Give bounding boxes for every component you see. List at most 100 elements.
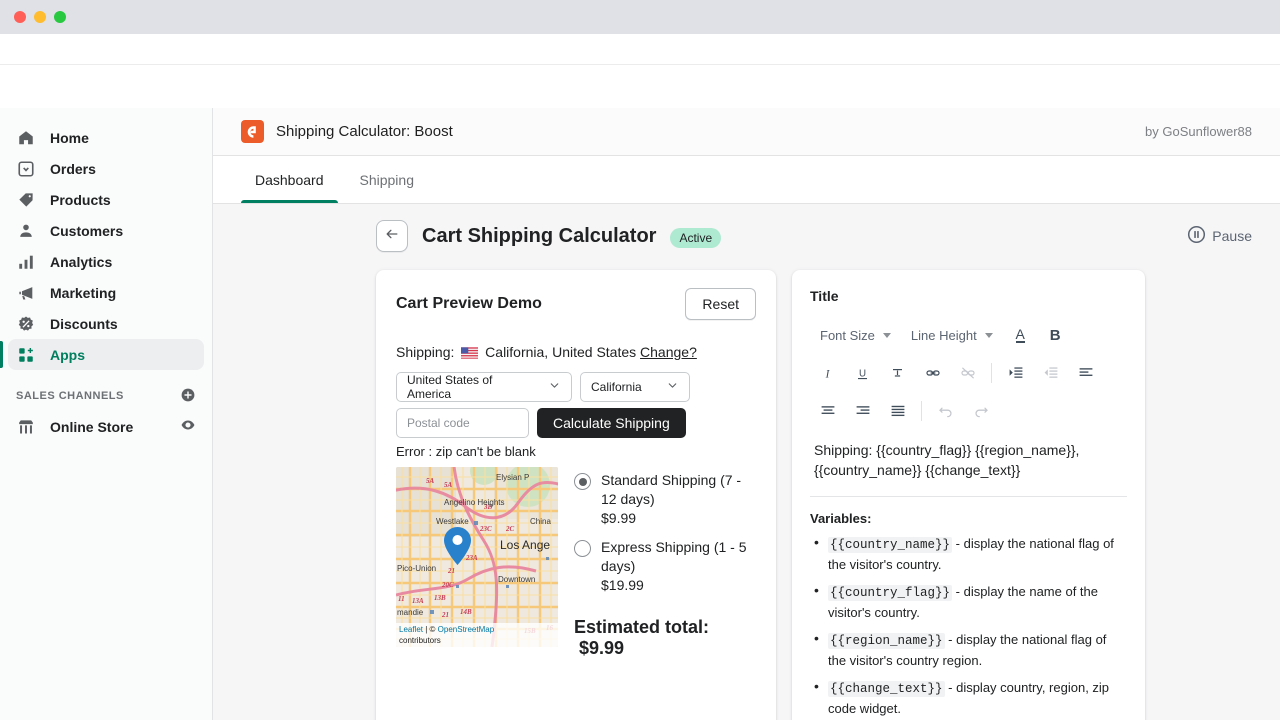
window-close-button[interactable] — [14, 11, 26, 23]
svg-text:21: 21 — [447, 567, 455, 575]
apps-icon — [16, 345, 36, 365]
bar-chart-icon — [16, 252, 36, 272]
redo-button[interactable] — [963, 396, 998, 426]
sidebar-item-label: Analytics — [50, 253, 113, 270]
pause-button[interactable]: Pause — [1187, 225, 1252, 247]
change-location-link[interactable]: Change? — [640, 344, 697, 360]
svg-text:Los Ange: Los Ange — [500, 538, 550, 552]
toolbar-separator — [991, 363, 992, 383]
country-select[interactable]: United States of America — [396, 372, 572, 402]
align-left-button[interactable] — [1068, 358, 1103, 388]
link-button[interactable] — [915, 358, 950, 388]
svg-text:14B: 14B — [460, 608, 472, 616]
location-map[interactable]: 5A5A 3B23C2C 23A2120C 13B13A11 2114B15B1… — [396, 467, 558, 647]
reset-button[interactable]: Reset — [685, 288, 756, 320]
standard-shipping-radio[interactable] — [574, 473, 591, 490]
window-zoom-button[interactable] — [54, 11, 66, 23]
sidebar-item-online-store[interactable]: Online Store — [8, 411, 204, 442]
back-button[interactable] — [376, 220, 408, 252]
attribution-separator: | © — [423, 625, 438, 634]
sidebar-item-customers[interactable]: Customers — [8, 215, 204, 246]
eye-icon[interactable] — [180, 417, 196, 436]
country-select-value: United States of America — [407, 373, 493, 401]
italic-button[interactable]: I — [810, 358, 845, 388]
list-item: {{country_name}} - display the national … — [810, 533, 1127, 574]
pause-label: Pause — [1212, 228, 1252, 244]
variable-token: {{change_text}} — [828, 681, 945, 697]
line-height-select[interactable]: Line Height — [901, 320, 1003, 350]
svg-text:Westlake: Westlake — [436, 517, 469, 526]
align-center-button[interactable] — [810, 396, 845, 426]
sidebar-item-discounts[interactable]: Discounts — [8, 308, 204, 339]
chevron-down-icon — [666, 379, 679, 395]
align-justify-button[interactable] — [880, 396, 915, 426]
tag-icon — [16, 190, 36, 210]
shipping-option-standard[interactable]: Standard Shipping (7 - 12 days) $9.99 — [574, 471, 756, 528]
align-left-icon — [1079, 368, 1092, 376]
main-content-area: Shipping Calculator: Boost by GoSunflowe… — [213, 108, 1280, 720]
shipping-option-price: $9.99 — [601, 510, 637, 526]
home-icon — [16, 128, 36, 148]
window-minimize-button[interactable] — [34, 11, 46, 23]
sidebar-item-home[interactable]: Home — [8, 122, 204, 153]
map-and-options-row: 5A5A 3B23C2C 23A2120C 13B13A11 2114B15B1… — [396, 467, 756, 659]
page-title: Cart Shipping Calculator — [422, 224, 657, 247]
editor-toolbar-row-2: I U — [810, 356, 1127, 390]
tab-dashboard[interactable]: Dashboard — [241, 156, 338, 203]
redo-icon — [974, 407, 988, 418]
estimated-total: Estimated total: $9.99 — [574, 617, 756, 659]
variable-token: {{region_name}} — [828, 633, 945, 649]
postal-code-input[interactable] — [396, 408, 529, 438]
list-item: {{region_name}} - display the national f… — [810, 629, 1127, 670]
indent-button[interactable] — [998, 358, 1033, 388]
bold-button[interactable]: B — [1038, 320, 1073, 350]
svg-text:2C: 2C — [505, 525, 515, 533]
region-select[interactable]: California — [580, 372, 690, 402]
plus-circle-icon[interactable] — [180, 387, 196, 406]
sidebar-item-marketing[interactable]: Marketing — [8, 277, 204, 308]
app-author: by GoSunflower88 — [1145, 124, 1252, 139]
megaphone-icon — [16, 283, 36, 303]
tab-shipping[interactable]: Shipping — [346, 156, 429, 203]
app-tab-bar: Dashboard Shipping — [213, 156, 1280, 204]
font-size-select[interactable]: Font Size — [810, 320, 901, 350]
strikethrough-button[interactable] — [880, 358, 915, 388]
underline-button[interactable]: U — [845, 358, 880, 388]
sidebar-section-label: SALES CHANNELS — [16, 390, 124, 402]
leaflet-link[interactable]: Leaflet — [399, 625, 423, 634]
map-tiles: 5A5A 3B23C2C 23A2120C 13B13A11 2114B15B1… — [396, 467, 558, 647]
font-size-label: Font Size — [820, 327, 875, 343]
variable-token: {{country_flag}} — [828, 585, 953, 601]
outdent-button[interactable] — [1033, 358, 1068, 388]
title-preview-text[interactable]: Shipping: {{country_flag}} {{region_name… — [814, 440, 1123, 480]
svg-text:20C: 20C — [441, 581, 454, 589]
unlink-icon — [960, 367, 975, 379]
sidebar-item-label: Home — [50, 129, 89, 146]
openstreetmap-link[interactable]: OpenStreetMap — [438, 625, 494, 634]
svg-text:5A: 5A — [426, 477, 435, 485]
sidebar-item-label: Discounts — [50, 315, 118, 332]
align-right-button[interactable] — [845, 396, 880, 426]
sidebar-item-products[interactable]: Products — [8, 184, 204, 215]
shipping-prefix-label: Shipping: — [396, 344, 455, 360]
calculate-shipping-button[interactable]: Calculate Shipping — [537, 408, 686, 438]
discount-icon — [16, 314, 36, 334]
outdent-icon — [1044, 367, 1057, 378]
tab-label: Shipping — [359, 171, 415, 188]
editor-section-title: Title — [810, 288, 839, 304]
sidebar-item-apps[interactable]: Apps — [0, 339, 204, 370]
shipping-location-label: California, United States — [485, 344, 637, 360]
sidebar-item-orders[interactable]: Orders — [8, 153, 204, 184]
sidebar-item-analytics[interactable]: Analytics — [8, 246, 204, 277]
svg-text:11: 11 — [398, 595, 405, 603]
text-color-button[interactable]: A — [1003, 320, 1038, 350]
text-color-icon: A — [1015, 325, 1025, 343]
shipping-option-express[interactable]: Express Shipping (1 - 5 days) $19.99 — [574, 538, 756, 595]
unlink-button[interactable] — [950, 358, 985, 388]
sidebar-item-label: Customers — [50, 222, 124, 239]
title-editor-card: Title Font Size Line Height A B I U Ship… — [792, 270, 1145, 720]
express-shipping-radio[interactable] — [574, 540, 591, 557]
window-titlebar — [0, 0, 1280, 34]
undo-button[interactable] — [928, 396, 963, 426]
